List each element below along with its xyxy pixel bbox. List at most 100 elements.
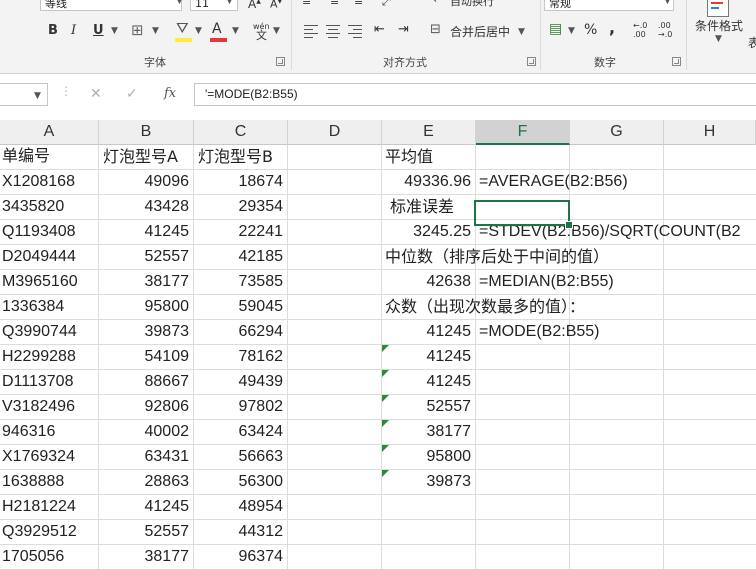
- cell-b11[interactable]: 92806: [99, 395, 193, 419]
- cell-c9[interactable]: 78162: [194, 345, 287, 369]
- orientation-icon[interactable]: ≡: [330, 0, 339, 10]
- cell-e1-mean-label[interactable]: 平均值: [382, 145, 475, 169]
- font-dialog-launcher-icon[interactable]: [276, 57, 285, 66]
- font-name-select[interactable]: 等线: [40, 0, 182, 11]
- merge-center-icon[interactable]: ⊟: [430, 22, 441, 38]
- text-direction-icon[interactable]: ⤢: [382, 0, 391, 10]
- cell-c7[interactable]: 59045: [194, 295, 287, 319]
- enter-icon[interactable]: ✓: [126, 86, 138, 102]
- cell-b9[interactable]: 54109: [99, 345, 193, 369]
- cell-a4[interactable]: Q1193408: [0, 220, 98, 244]
- cell-c14[interactable]: 56300: [194, 470, 287, 494]
- cell-a3[interactable]: 3435820: [0, 195, 98, 219]
- chevron-down-icon[interactable]: ▼: [715, 34, 722, 44]
- decrease-decimal-icon[interactable]: .00 →.0: [658, 21, 672, 39]
- conditional-format-button[interactable]: 条件格式: [695, 17, 743, 34]
- cell-b2[interactable]: 49096: [99, 170, 193, 194]
- cell-a14[interactable]: 1638888: [0, 470, 98, 494]
- column-header-d[interactable]: D: [288, 120, 382, 145]
- cell-a10[interactable]: D1113708: [0, 370, 98, 394]
- cell-c16[interactable]: 44312: [194, 520, 287, 544]
- cell-a2[interactable]: X1208168: [0, 170, 98, 194]
- percent-style-button[interactable]: %: [584, 22, 597, 38]
- cell-b5[interactable]: 52557: [99, 245, 193, 269]
- insert-function-icon[interactable]: fx: [164, 86, 176, 101]
- decrease-font-icon[interactable]: A▼: [270, 0, 282, 13]
- cell-b16[interactable]: 52557: [99, 520, 193, 544]
- orientation-icon[interactable]: ≡: [354, 0, 363, 10]
- number-as-text-indicator-icon[interactable]: [382, 445, 389, 452]
- increase-font-icon[interactable]: A▲: [248, 0, 261, 12]
- cell-a5[interactable]: D2049444: [0, 245, 98, 269]
- cell-a11[interactable]: V3182496: [0, 395, 98, 419]
- cell-f6-median-formula[interactable]: =MEDIAN(B2:B55): [476, 270, 614, 294]
- cell-c4[interactable]: 22241: [194, 220, 287, 244]
- chevron-down-icon[interactable]: ▼: [176, 0, 183, 6]
- cell-c1[interactable]: 灯泡型号B: [194, 145, 287, 169]
- conditional-format-icon[interactable]: [707, 0, 729, 17]
- formula-input[interactable]: '=MODE(B2:B55): [194, 83, 756, 106]
- wrap-text-button[interactable]: 自动换行: [450, 0, 494, 9]
- cell-c5[interactable]: 42185: [194, 245, 287, 269]
- cell-e6-median-value[interactable]: 42638: [382, 270, 475, 294]
- drag-handle-icon[interactable]: ⋮: [60, 84, 72, 98]
- cell-a6[interactable]: M3965160: [0, 270, 98, 294]
- cell-e10[interactable]: 41245: [382, 370, 475, 394]
- cell-c3[interactable]: 29354: [194, 195, 287, 219]
- accounting-format-icon[interactable]: ▤: [549, 21, 562, 37]
- chevron-down-icon[interactable]: ▼: [111, 26, 118, 36]
- cell-e8-mode-value[interactable]: 41245: [382, 320, 475, 344]
- cell-a1[interactable]: 单编号: [0, 145, 98, 169]
- align-right-icon[interactable]: [348, 25, 362, 38]
- cell-f8-mode-formula[interactable]: =MODE(B2:B55): [476, 320, 599, 344]
- column-header-c[interactable]: C: [194, 120, 288, 145]
- decrease-indent-icon[interactable]: ⇤: [374, 22, 385, 38]
- merge-center-button[interactable]: 合并后居中: [450, 23, 510, 40]
- cell-a9[interactable]: H2299288: [0, 345, 98, 369]
- cell-e2-mean-value[interactable]: 49336.96: [382, 170, 475, 194]
- cell-b13[interactable]: 63431: [99, 445, 193, 469]
- chevron-down-icon[interactable]: ▼: [232, 26, 239, 36]
- cell-b15[interactable]: 41245: [99, 495, 193, 519]
- cell-c10[interactable]: 49439: [194, 370, 287, 394]
- cell-c8[interactable]: 66294: [194, 320, 287, 344]
- cell-b7[interactable]: 95800: [99, 295, 193, 319]
- comma-style-button[interactable]: ,: [609, 20, 615, 36]
- cell-c15[interactable]: 48954: [194, 495, 287, 519]
- number-as-text-indicator-icon[interactable]: [382, 470, 389, 477]
- chevron-down-icon[interactable]: ▼: [568, 26, 575, 36]
- cell-b17[interactable]: 38177: [99, 545, 193, 569]
- number-as-text-indicator-icon[interactable]: [382, 395, 389, 402]
- cell-e11[interactable]: 52557: [382, 395, 475, 419]
- cell-e5-median-label[interactable]: 中位数（排序后处于中间的值）: [382, 245, 609, 269]
- cancel-icon[interactable]: ✕: [90, 86, 102, 102]
- increase-indent-icon[interactable]: ⇥: [398, 22, 409, 38]
- cell-b6[interactable]: 38177: [99, 270, 193, 294]
- column-header-b[interactable]: B: [99, 120, 194, 145]
- number-as-text-indicator-icon[interactable]: [382, 420, 389, 427]
- cell-c11[interactable]: 97802: [194, 395, 287, 419]
- number-format-select[interactable]: 常规: [544, 0, 674, 11]
- cell-a13[interactable]: X1769324: [0, 445, 98, 469]
- chevron-down-icon[interactable]: ▼: [273, 26, 280, 36]
- italic-button[interactable]: I: [71, 23, 76, 39]
- cell-b10[interactable]: 88667: [99, 370, 193, 394]
- number-as-text-indicator-icon[interactable]: [382, 370, 389, 377]
- cell-a7[interactable]: 1336384: [0, 295, 98, 319]
- chevron-down-icon[interactable]: ▼: [518, 27, 525, 37]
- chevron-down-icon[interactable]: ▼: [195, 26, 202, 36]
- column-header-h[interactable]: H: [664, 120, 756, 145]
- fill-color-icon[interactable]: ⛛: [176, 20, 189, 36]
- chevron-down-icon[interactable]: ▼: [152, 26, 159, 36]
- cell-e14[interactable]: 39873: [382, 470, 475, 494]
- cell-c17[interactable]: 96374: [194, 545, 287, 569]
- cell-b12[interactable]: 40002: [99, 420, 193, 444]
- column-header-g[interactable]: G: [570, 120, 664, 145]
- cell-e7-mode-label[interactable]: 众数（出现次数最多的值）：: [382, 295, 585, 319]
- alignment-dialog-launcher-icon[interactable]: [527, 57, 536, 66]
- column-header-a[interactable]: A: [0, 120, 99, 145]
- underline-button[interactable]: U: [93, 23, 104, 39]
- number-dialog-launcher-icon[interactable]: [672, 57, 681, 66]
- cell-b4[interactable]: 41245: [99, 220, 193, 244]
- wrap-text-icon[interactable]: ↵: [433, 0, 442, 8]
